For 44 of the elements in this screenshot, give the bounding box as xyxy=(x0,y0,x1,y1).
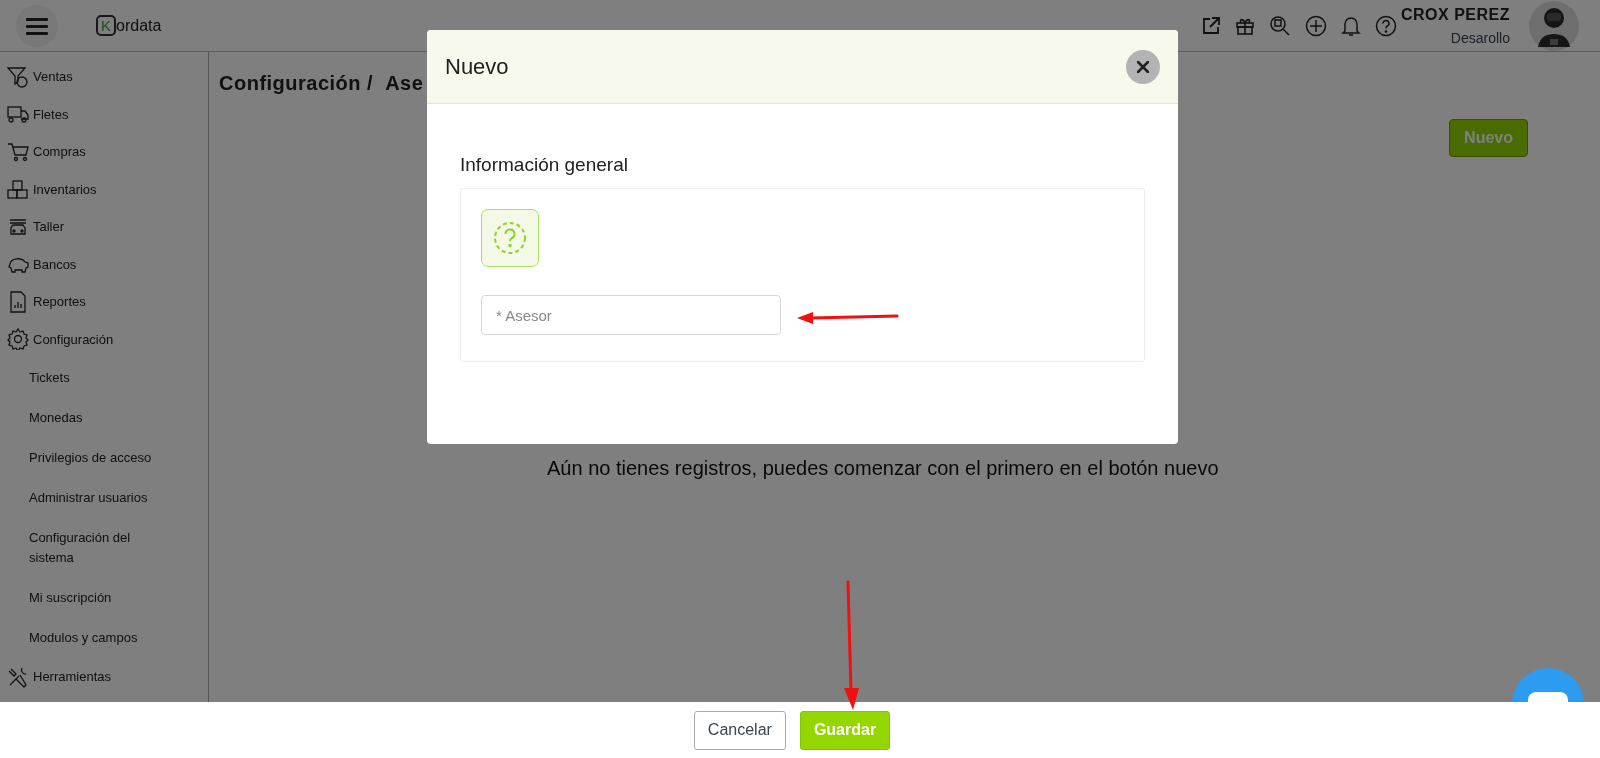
modal-title: Nuevo xyxy=(445,53,509,80)
breadcrumb: Ase xyxy=(385,72,424,95)
submenu-item[interactable]: Tickets xyxy=(0,358,208,398)
close-button[interactable] xyxy=(1126,49,1160,84)
sidebar-item[interactable]: Bancos xyxy=(0,245,208,283)
boxes-icon xyxy=(7,178,29,201)
section-title: Información general xyxy=(460,154,629,176)
input-field[interactable]: * Asesor xyxy=(481,295,781,335)
tools-icon xyxy=(7,665,29,688)
cancel-button[interactable]: Cancelar xyxy=(693,710,786,750)
sidebar-item[interactable]: Compras xyxy=(0,133,208,171)
external-link-icon[interactable] xyxy=(1201,15,1221,36)
search-icon[interactable] xyxy=(1269,14,1291,37)
logo-text: ordata xyxy=(116,16,162,35)
submenu-item[interactable]: Mi suscripción xyxy=(0,578,208,618)
empty-message: Aún no tienes registros, puedes comenzar con el primero en el botón nuevo xyxy=(547,457,1220,480)
sidebar-item[interactable]: Ventas xyxy=(0,58,208,96)
report-icon xyxy=(7,290,29,313)
bell-icon[interactable] xyxy=(1341,14,1361,37)
sidebar-item[interactable]: Taller xyxy=(0,208,208,246)
close-icon xyxy=(1137,60,1149,73)
plus-circle-icon[interactable] xyxy=(1305,14,1327,37)
submenu-item[interactable]: Configuración del sistema xyxy=(0,518,208,578)
help-icon[interactable] xyxy=(1375,14,1397,37)
user-name: CROX PEREZ xyxy=(1401,5,1510,24)
logo-letter: K xyxy=(96,15,116,36)
submenu-item[interactable]: Privilegios de acceso xyxy=(0,438,208,478)
cart-icon xyxy=(7,140,29,163)
sidebar-item[interactable]: Fletes xyxy=(0,95,208,133)
breadcrumb: Configuración / xyxy=(219,72,374,95)
question-icon xyxy=(493,221,527,255)
user-role: Desarollo xyxy=(1450,29,1510,46)
menu-button[interactable] xyxy=(16,4,58,47)
sidebar-item[interactable]: Reportes xyxy=(0,283,208,321)
submenu-item[interactable]: Modulos y campos xyxy=(0,618,208,658)
sidebar-item[interactable]: Configuración xyxy=(0,320,208,358)
sidebar-item[interactable]: Inventarios xyxy=(0,170,208,208)
gear-icon xyxy=(7,328,29,351)
truck-icon xyxy=(7,103,29,126)
submenu-item[interactable]: Administrar usuarios xyxy=(0,478,208,518)
submenu-item[interactable]: Monedas xyxy=(0,398,208,438)
menu-icon xyxy=(26,16,48,35)
sidebar-item[interactable]: Herramientas xyxy=(0,658,208,696)
funnel-coin-icon xyxy=(7,65,29,88)
